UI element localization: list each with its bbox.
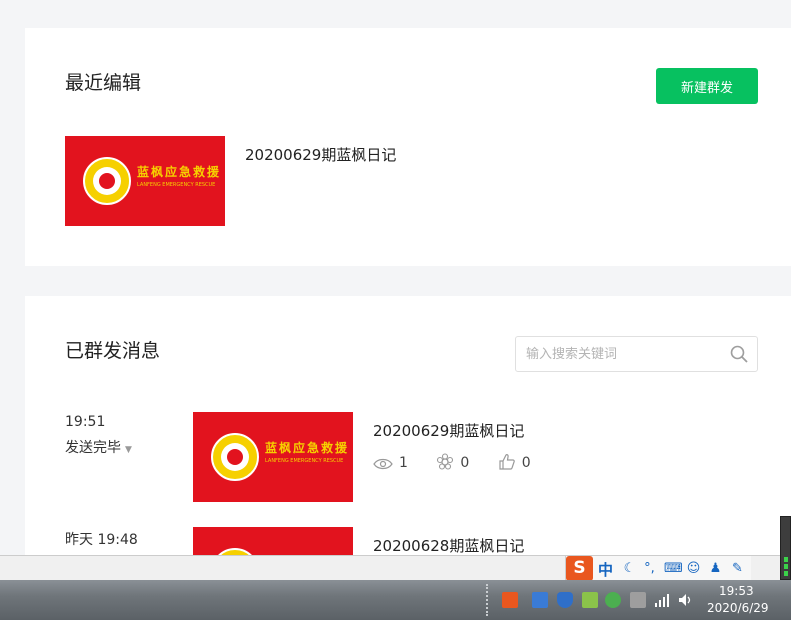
brand-name-en: LANFENG EMERGENCY RESCUE — [137, 182, 216, 188]
send-status-dropdown[interactable]: 发送完毕 ▼ — [65, 437, 132, 457]
sogou-tray-icon[interactable] — [502, 592, 518, 608]
ime-toolbar: S 中 ☾ °, ⌨ ☺ ♟ ✎ — [565, 556, 751, 581]
clock-time[interactable]: 19:53 — [719, 584, 754, 598]
eye-icon — [373, 458, 393, 470]
likes-count: 0 — [521, 455, 531, 471]
recent-article-title[interactable]: 20200629期蓝枫日记 — [245, 144, 396, 165]
sent-article-title[interactable]: 20200628期蓝枫日记 — [373, 535, 524, 556]
brand-logo-icon — [211, 433, 259, 481]
recent-article-thumbnail[interactable]: 蓝枫应急救援 LANFENG EMERGENCY RESCUE — [65, 136, 225, 226]
skin-shirt-icon[interactable]: ♟ — [708, 561, 723, 576]
article-stats: 1 0 0 — [373, 453, 555, 471]
user-icon[interactable]: ☺ — [686, 561, 701, 576]
pen-tablet-icon[interactable] — [630, 592, 646, 608]
sent-article-thumbnail[interactable]: 蓝枫应急救援 LANFENG EMERGENCY RESCUE — [193, 412, 353, 502]
tray-grip-handle[interactable] — [486, 584, 492, 616]
likes-stat: 0 — [498, 453, 531, 471]
sogou-ime-logo-icon[interactable]: S — [566, 556, 593, 581]
security-check-icon[interactable] — [582, 592, 598, 608]
side-level-meter — [780, 516, 791, 580]
thumbs-up-icon — [499, 454, 515, 470]
new-broadcast-button[interactable]: 新建群发 — [656, 68, 758, 104]
keyboard-icon[interactable]: ⌨ — [664, 561, 683, 576]
send-status-label: 发送完毕 — [65, 440, 121, 456]
wechat-icon[interactable] — [605, 592, 621, 608]
brand-logo-icon — [83, 157, 131, 205]
reads-count: 1 — [399, 455, 408, 471]
sent-article-title[interactable]: 20200629期蓝枫日记 — [373, 420, 524, 441]
search-box — [515, 336, 758, 372]
network-signal-icon[interactable] — [654, 592, 670, 608]
ime-mode-toggle[interactable]: 中 — [598, 559, 613, 580]
search-icon[interactable] — [730, 345, 748, 363]
clock-date[interactable]: 2020/6/29 — [707, 601, 769, 615]
bluetooth-icon[interactable] — [532, 592, 548, 608]
volume-icon[interactable] — [677, 592, 693, 608]
shares-stat: 0 — [436, 453, 469, 471]
taskbar: 19:53 2020/6/29 — [0, 580, 791, 620]
sent-messages-title: 已群发消息 — [65, 340, 161, 362]
brand-name-cn: 蓝枫应急救援 — [137, 165, 222, 179]
sent-row-time: 昨天 19:48 — [65, 532, 138, 548]
brand-name-cn: 蓝枫应急救援 — [265, 441, 350, 455]
wrench-icon[interactable]: ✎ — [730, 561, 745, 576]
recent-edits-card: 最近编辑 新建群发 蓝枫应急救援 LANFENG EMERGENCY RESCU… — [25, 28, 791, 266]
brand-name-en: LANFENG EMERGENCY RESCUE — [265, 458, 344, 464]
recent-edits-title: 最近编辑 — [65, 72, 142, 94]
moon-icon[interactable]: ☾ — [622, 561, 637, 576]
shares-count: 0 — [460, 455, 470, 471]
share-flower-icon — [437, 453, 454, 470]
search-input[interactable] — [526, 344, 721, 364]
sent-messages-card: 已群发消息 19:51 发送完毕 ▼ 蓝枫应急救援 LANFENG EMERGEN… — [25, 296, 791, 617]
sent-row-time: 19:51 — [65, 414, 106, 430]
reads-stat: 1 — [373, 455, 408, 471]
shield-icon[interactable] — [557, 592, 573, 608]
caret-down-icon: ▼ — [125, 445, 132, 455]
language-bar: S 中 ☾ °, ⌨ ☺ ♟ ✎ — [0, 555, 791, 581]
punctuation-icon[interactable]: °, — [642, 561, 657, 576]
